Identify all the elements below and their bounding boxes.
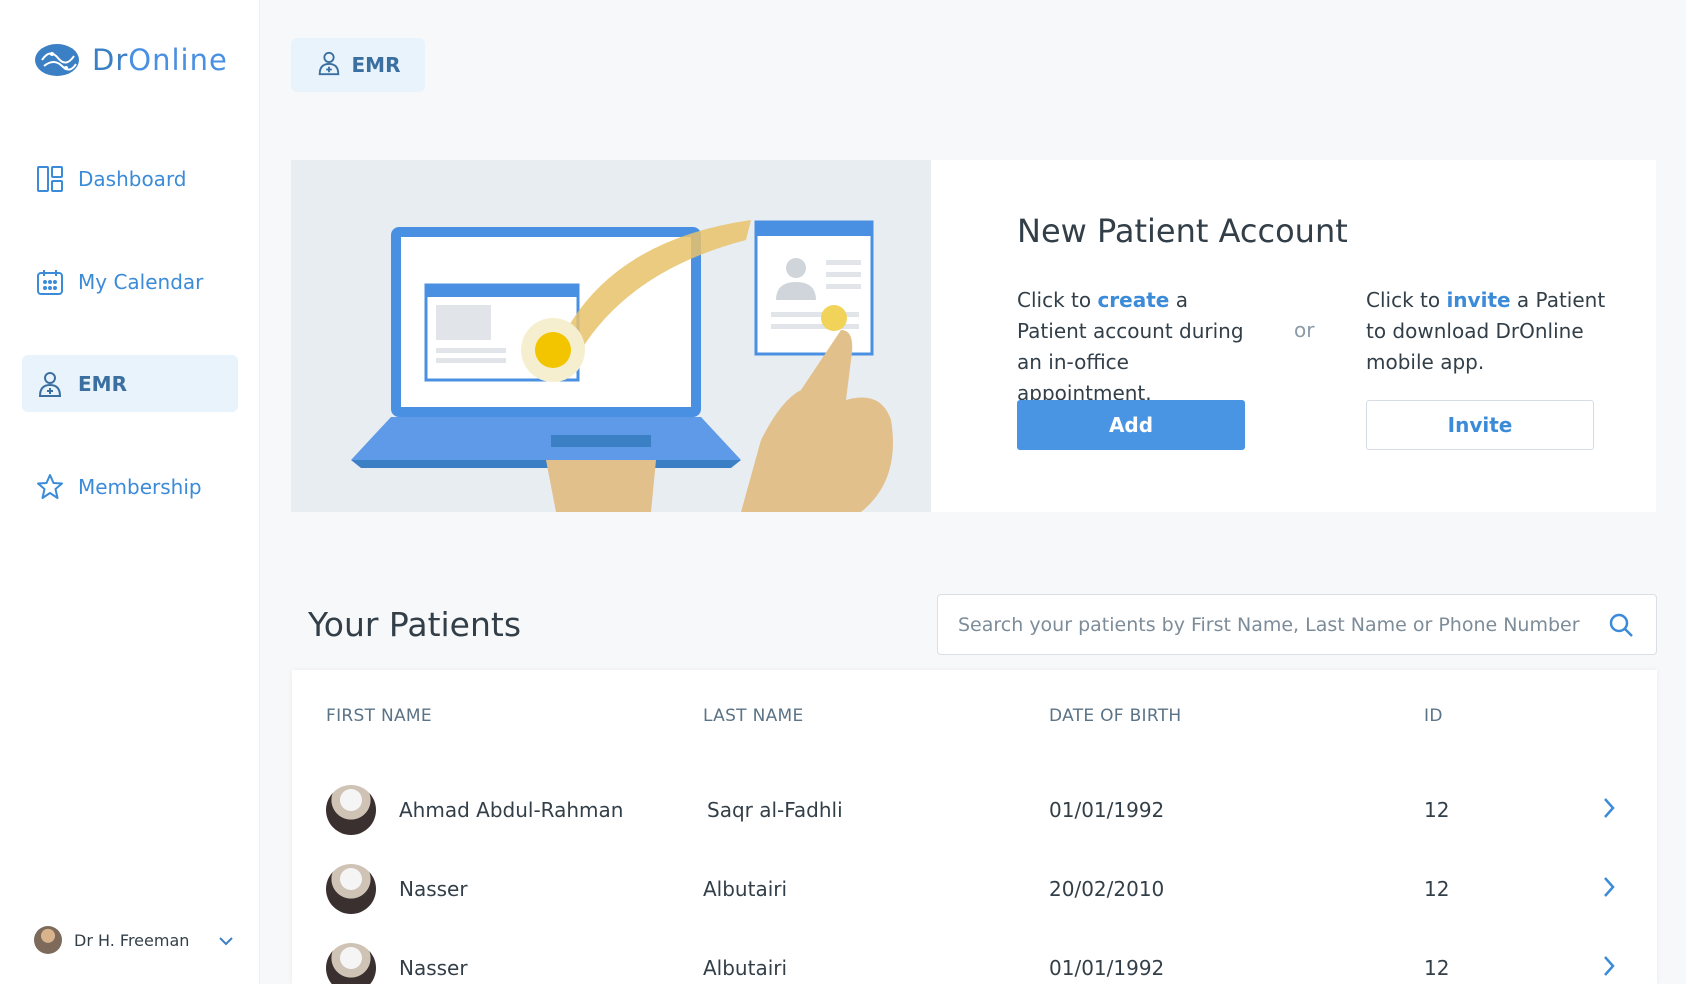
cell-id: 12 xyxy=(1424,798,1450,822)
search-icon[interactable] xyxy=(1606,610,1636,640)
add-patient-button[interactable]: Add xyxy=(1017,400,1245,450)
chevron-right-icon[interactable] xyxy=(1594,951,1624,981)
user-menu[interactable]: Dr H. Freeman xyxy=(34,926,234,954)
chevron-right-icon[interactable] xyxy=(1594,872,1624,902)
hero-illustration xyxy=(291,160,931,512)
sidebar-item-label: Dashboard xyxy=(78,166,187,191)
avatar xyxy=(34,926,62,954)
avatar xyxy=(326,943,376,984)
sidebar-item-calendar[interactable]: My Calendar xyxy=(22,253,238,310)
cell-dob: 20/02/2010 xyxy=(1049,877,1165,901)
sidebar: DrOnline Dashboard My Calendar EMR Membe… xyxy=(0,0,260,984)
cell-dob: 01/01/1992 xyxy=(1049,798,1165,822)
logo-brain-icon xyxy=(35,44,79,76)
invite-prefix: Click to xyxy=(1366,288,1447,312)
sidebar-item-membership[interactable]: Membership xyxy=(22,458,238,515)
avatar xyxy=(326,864,376,914)
table-row[interactable]: Nasser Albutairi 20/02/2010 12 xyxy=(292,850,1657,929)
invite-link[interactable]: invite xyxy=(1446,288,1510,312)
cell-id: 12 xyxy=(1424,877,1450,901)
search-input[interactable] xyxy=(958,613,1606,636)
cell-dob: 01/01/1992 xyxy=(1049,956,1165,980)
create-link[interactable]: create xyxy=(1097,288,1169,312)
patient-search[interactable] xyxy=(937,594,1657,655)
patients-table: FIRST NAME LAST NAME DATE OF BIRTH ID Ah… xyxy=(292,670,1657,984)
chevron-right-icon[interactable] xyxy=(1594,793,1624,823)
cell-first-name: Ahmad Abdul-Rahman xyxy=(399,798,624,822)
sidebar-item-emr[interactable]: EMR xyxy=(22,355,238,412)
app-logo[interactable]: DrOnline xyxy=(32,40,228,80)
logo-prefix: Dr xyxy=(92,43,129,77)
cell-last-name: Saqr al-Fadhli xyxy=(707,798,843,822)
invite-description: Click to invite a Patient to download Dr… xyxy=(1366,285,1606,378)
create-description: Click to create a Patient account during… xyxy=(1017,285,1257,409)
user-name: Dr H. Freeman xyxy=(74,930,190,950)
sidebar-item-label: Membership xyxy=(78,474,202,499)
table-row[interactable]: Ahmad Abdul-Rahman Saqr al-Fadhli 01/01/… xyxy=(292,771,1657,850)
column-header-dob[interactable]: DATE OF BIRTH xyxy=(1049,706,1182,726)
column-header-id[interactable]: ID xyxy=(1424,706,1443,726)
cell-first-name: Nasser xyxy=(399,956,468,980)
calendar-icon xyxy=(36,268,64,296)
sidebar-item-label: My Calendar xyxy=(78,269,204,294)
star-icon xyxy=(36,473,64,501)
cell-last-name: Albutairi xyxy=(703,956,788,980)
dashboard-icon xyxy=(36,165,64,193)
tab-label: EMR xyxy=(351,53,401,77)
column-header-last-name[interactable]: LAST NAME xyxy=(703,706,804,726)
sidebar-item-dashboard[interactable]: Dashboard xyxy=(22,150,238,207)
create-prefix: Click to xyxy=(1017,288,1098,312)
cell-last-name: Albutairi xyxy=(703,877,788,901)
or-separator: or xyxy=(1294,318,1315,342)
chevron-down-icon[interactable] xyxy=(218,931,234,950)
table-row[interactable]: Nasser Albutairi 01/01/1992 12 xyxy=(292,929,1657,984)
new-patient-card: New Patient Account Click to create a Pa… xyxy=(291,160,1656,512)
column-header-first-name[interactable]: FIRST NAME xyxy=(326,706,432,726)
hero-title: New Patient Account xyxy=(1017,212,1348,250)
sidebar-item-label: EMR xyxy=(78,371,127,396)
invite-patient-button[interactable]: Invite xyxy=(1366,400,1594,450)
cell-first-name: Nasser xyxy=(399,877,468,901)
logo-text: DrOnline xyxy=(92,43,228,77)
logo-suffix: Online xyxy=(128,43,228,77)
patients-title: Your Patients xyxy=(308,605,522,644)
cell-id: 12 xyxy=(1424,956,1450,980)
patient-icon xyxy=(36,370,64,398)
avatar xyxy=(326,785,376,835)
patient-icon xyxy=(316,50,342,80)
tab-emr[interactable]: EMR xyxy=(291,38,425,92)
